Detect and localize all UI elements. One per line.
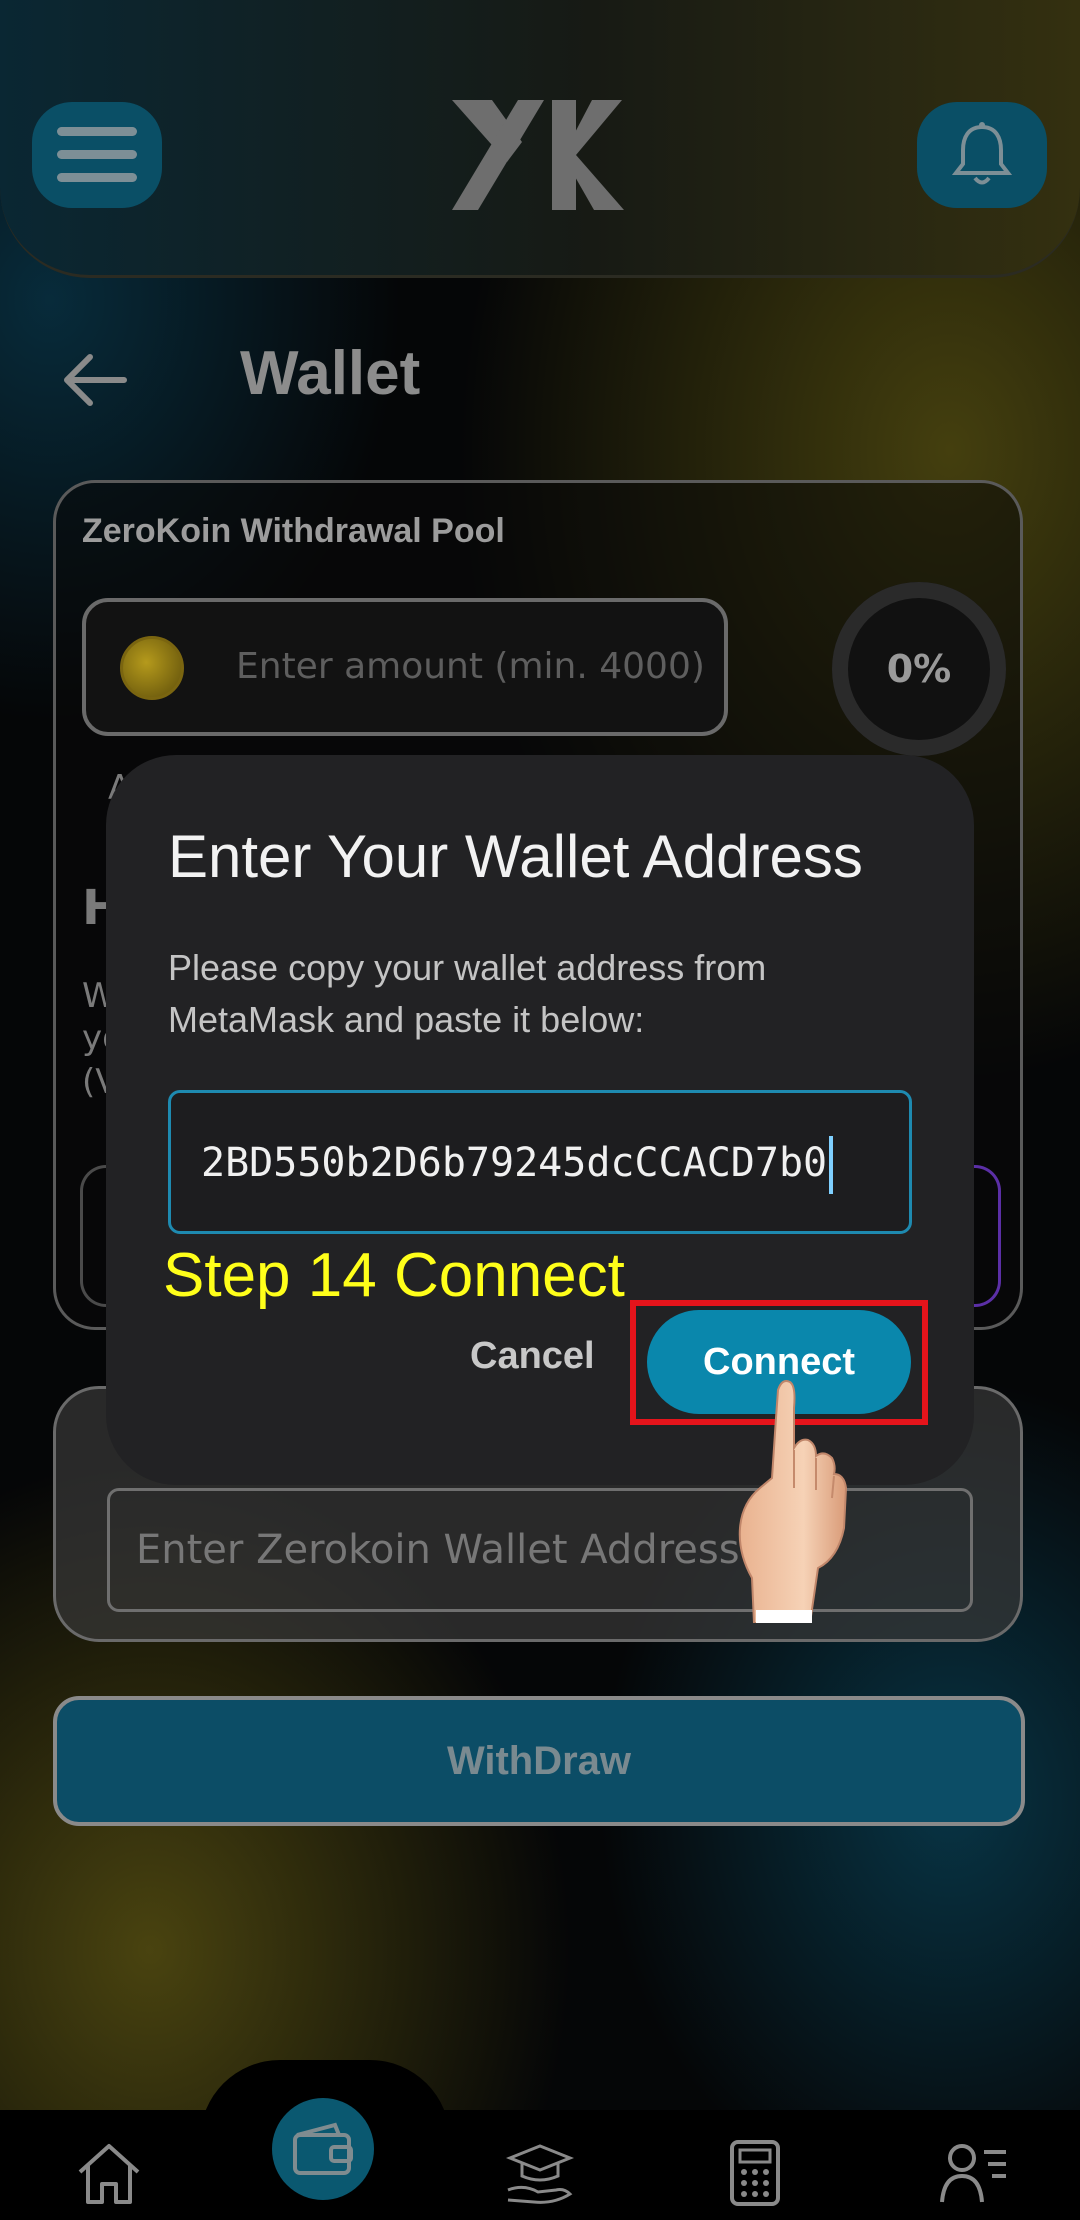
step-annotation: Step 14 Connect bbox=[163, 1241, 625, 1310]
calculator-icon[interactable] bbox=[720, 2138, 790, 2208]
graduation-cap-icon[interactable] bbox=[504, 2138, 574, 2208]
wallet-icon bbox=[293, 2122, 353, 2175]
notifications-button[interactable] bbox=[917, 102, 1047, 208]
arrow-left-icon[interactable] bbox=[60, 345, 130, 415]
withdraw-button[interactable]: WithDraw bbox=[53, 1696, 1025, 1826]
dialog-message: Please copy your wallet address from Met… bbox=[168, 947, 767, 1040]
progress-ring: 0% bbox=[832, 582, 1006, 756]
pointing-hand-icon bbox=[738, 1380, 848, 1623]
amount-input[interactable]: Enter amount (min. 4000) bbox=[82, 598, 728, 736]
wallet-address-field[interactable]: 2BD550b2D6b79245dcCCACD7b0 bbox=[168, 1090, 912, 1234]
hamburger-menu-icon bbox=[57, 127, 137, 182]
zx-logo-icon bbox=[452, 100, 624, 210]
menu-button[interactable] bbox=[32, 102, 162, 208]
page-title: Wallet bbox=[240, 339, 421, 408]
pool-card-title: ZeroKoin Withdrawal Pool bbox=[82, 512, 505, 550]
zerokoin-coin-icon bbox=[120, 636, 184, 700]
home-icon[interactable] bbox=[74, 2138, 144, 2208]
wallet-address-value: 2BD550b2D6b79245dcCCACD7b0 bbox=[201, 1140, 828, 1186]
bell-icon bbox=[951, 122, 1013, 185]
nav-wallet-button[interactable] bbox=[272, 2098, 374, 2200]
dialog-title: Enter Your Wallet Address bbox=[168, 823, 863, 890]
progress-label: 0% bbox=[886, 647, 952, 691]
cancel-button[interactable]: Cancel bbox=[470, 1335, 595, 1378]
withdraw-label: WithDraw bbox=[446, 1738, 632, 1783]
text-cursor bbox=[829, 1136, 834, 1194]
amount-placeholder: Enter amount (min. 4000) bbox=[236, 646, 705, 687]
profile-list-icon[interactable] bbox=[940, 2138, 1010, 2208]
wallet-address-placeholder: Enter Zerokoin Wallet Address bbox=[136, 1527, 740, 1573]
